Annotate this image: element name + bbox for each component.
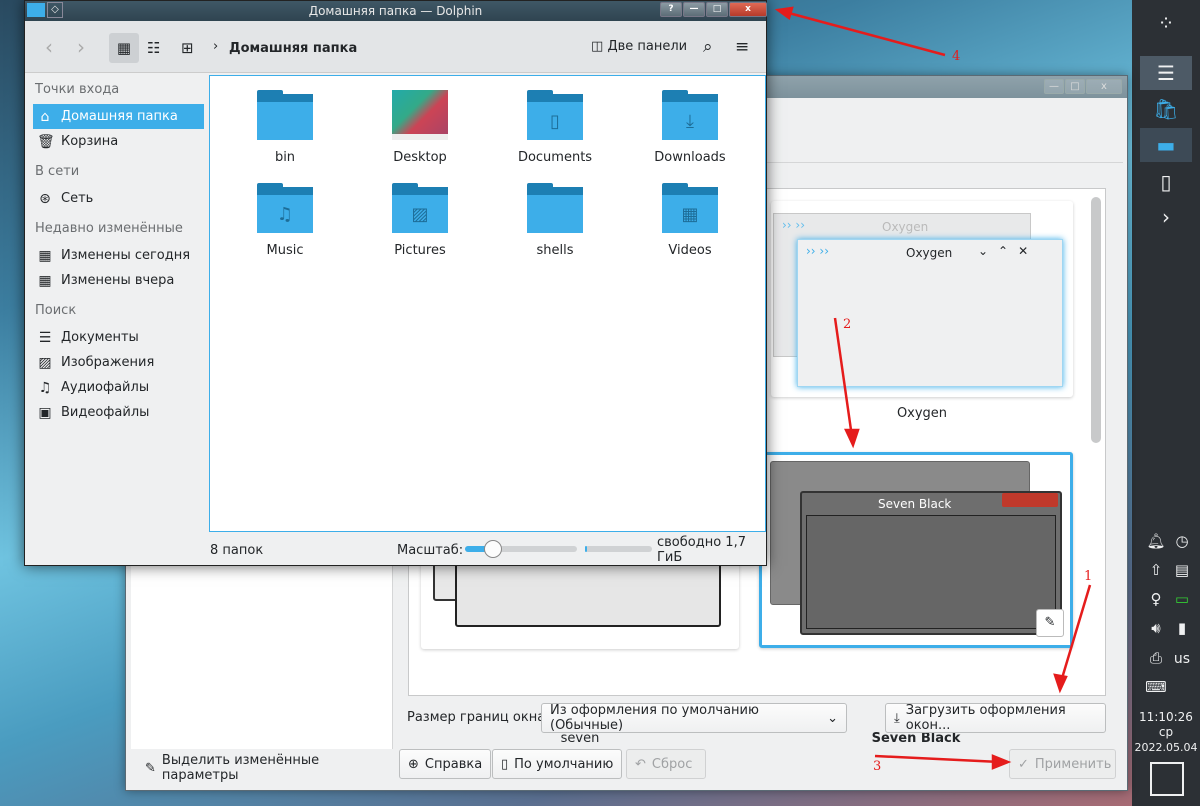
annotation-arrowhead-4 xyxy=(774,6,794,21)
annotation-label-2: 2 xyxy=(843,317,851,332)
annotation-arrow-4 xyxy=(784,10,946,57)
annotation-arrow-1 xyxy=(1058,584,1092,686)
annotation-label-3: 3 xyxy=(873,759,881,774)
annotation-overlay: 1 2 3 4 xyxy=(774,6,1092,774)
annotation-arrow-2 xyxy=(833,317,854,438)
annotation-label-4: 4 xyxy=(952,49,960,64)
annotation-arrowhead-3 xyxy=(991,754,1012,770)
annotation-arrowhead-2 xyxy=(844,428,860,449)
annotation-label-1: 1 xyxy=(1084,569,1092,584)
annotation-arrow-3 xyxy=(874,754,1001,764)
annotation-arrowhead-1 xyxy=(1053,673,1068,694)
